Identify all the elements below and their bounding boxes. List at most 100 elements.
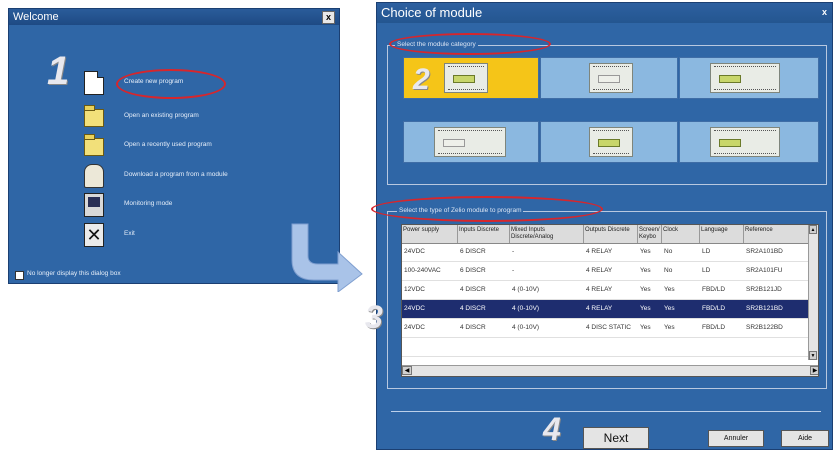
download-program-label: Download a program from a module xyxy=(124,171,228,178)
table-cell: 6 DISCR xyxy=(460,267,486,274)
step-4-marker: 4 xyxy=(543,411,561,447)
table-vertical-scrollbar[interactable]: ▲ ▼ xyxy=(808,225,818,360)
table-cell xyxy=(458,338,512,356)
table-cell: 12VDC xyxy=(404,286,425,293)
table-cell: 4 DISC STATIC xyxy=(586,324,631,331)
open-existing-program-item[interactable]: Open an existing program xyxy=(84,105,334,131)
table-row[interactable]: 100-240VAC 6 DISCR - 4 RELAY Yes No LD SR2A101F… xyxy=(402,262,818,281)
step-3-marker: 3 xyxy=(365,299,383,335)
table-cell: 4 DISCR xyxy=(460,286,486,293)
table-cell: 4 (0-10V) xyxy=(512,324,540,331)
table-cell: Yes xyxy=(640,267,651,274)
module-tile-6[interactable] xyxy=(679,121,819,163)
recent-folder-icon xyxy=(84,134,104,156)
download-program-item[interactable]: Download a program from a module xyxy=(84,164,334,190)
table-cell xyxy=(638,338,664,356)
scroll-right-icon[interactable]: ▶ xyxy=(810,366,818,375)
table-cell: FBD/LD xyxy=(702,305,726,312)
module-tile-5[interactable] xyxy=(540,121,678,163)
plc-module-icon xyxy=(434,127,506,157)
table-cell: FBD/LD xyxy=(702,286,726,293)
table-cell: LD xyxy=(702,248,711,255)
scroll-left-icon[interactable]: ◀ xyxy=(402,366,412,375)
scroll-down-icon[interactable]: ▼ xyxy=(809,351,817,360)
choice-title: Choice of module xyxy=(381,5,483,20)
step-2-marker: 2 xyxy=(413,63,430,96)
table-cell xyxy=(700,338,746,356)
welcome-title: Welcome xyxy=(13,11,59,23)
table-cell: No xyxy=(664,248,673,255)
highlight-oval-type xyxy=(371,196,603,222)
col-language[interactable]: Language xyxy=(700,225,744,243)
table-cell: Yes xyxy=(640,305,651,312)
monitoring-mode-item[interactable]: Monitoring mode xyxy=(84,193,334,219)
cable-download-icon xyxy=(84,164,104,188)
module-tile-4[interactable] xyxy=(403,121,539,163)
plc-module-icon xyxy=(710,63,780,93)
table-row[interactable]: 24VDC 4 DISCR 4 (0-10V) 4 DISC STATIC Yes Yes… xyxy=(402,319,818,338)
no-longer-display-checkbox[interactable] xyxy=(15,271,24,280)
table-cell: Yes xyxy=(640,324,651,331)
no-longer-display-label: No longer display this dialog box xyxy=(27,270,121,277)
table-cell: 4 RELAY xyxy=(586,305,613,312)
table-row[interactable] xyxy=(402,338,818,357)
col-outputs-discrete[interactable]: Outputs Discrete xyxy=(584,225,638,243)
choice-close-button[interactable]: x xyxy=(819,7,830,18)
table-cell: 4 RELAY xyxy=(586,248,613,255)
table-cell: 4 DISCR xyxy=(460,305,486,312)
choice-of-module-dialog: Choice of module x Select the module cat… xyxy=(365,2,833,450)
welcome-titlebar: Welcome x xyxy=(9,9,339,25)
plc-module-icon xyxy=(710,127,780,157)
table-row[interactable]: 12VDC 4 DISCR 4 (0-10V) 4 RELAY Yes Yes FBD/LD… xyxy=(402,281,818,300)
plc-module-icon xyxy=(589,127,633,157)
table-horizontal-scrollbar[interactable]: ◀ ▶ xyxy=(402,365,818,376)
module-tile-3[interactable] xyxy=(679,57,819,99)
table-cell: SR2B121BD xyxy=(746,305,783,312)
col-power-supply[interactable]: Power supply xyxy=(402,225,458,243)
cancel-button[interactable]: Annuler xyxy=(708,430,764,447)
next-button[interactable]: Next xyxy=(583,427,649,449)
table-cell: 24VDC xyxy=(404,248,425,255)
table-cell: SR2B122BD xyxy=(746,324,783,331)
table-cell: - xyxy=(512,248,515,255)
table-cell xyxy=(402,338,460,356)
table-cell: 100-240VAC xyxy=(404,267,441,274)
table-cell: Yes xyxy=(640,248,651,255)
help-button[interactable]: Aide xyxy=(781,430,829,447)
table-cell: No xyxy=(664,267,673,274)
curved-arrow-icon xyxy=(291,223,363,292)
scroll-up-icon[interactable]: ▲ xyxy=(809,225,817,234)
table-cell: 4 (0-10V) xyxy=(512,286,540,293)
table-cell: 4 (0-10V) xyxy=(512,305,540,312)
table-row[interactable]: 24VDC 4 DISCR 4 (0-10V) 4 RELAY Yes Yes FBD/LD… xyxy=(402,300,818,319)
table-cell xyxy=(662,338,702,356)
highlight-oval-create xyxy=(116,69,226,99)
table-cell: SR2A101FU xyxy=(746,267,783,274)
col-mixed-inputs[interactable]: Mixed Inputs Discrete/Analog xyxy=(510,225,584,243)
table-cell: Yes xyxy=(664,324,675,331)
open-recent-program-item[interactable]: Open a recently used program xyxy=(84,134,334,160)
table-cell: LD xyxy=(702,267,711,274)
exit-x-icon: ✕ xyxy=(84,223,104,247)
table-cell xyxy=(510,338,586,356)
table-cell: SR2A101BD xyxy=(746,248,783,255)
table-cell: 24VDC xyxy=(404,324,425,331)
choice-titlebar: Choice of module x xyxy=(377,3,832,23)
table-cell: SR2B121JD xyxy=(746,286,782,293)
table-cell: 4 RELAY xyxy=(586,267,613,274)
table-row[interactable]: 24VDC 6 DISCR - 4 RELAY Yes No LD SR2A101BD xyxy=(402,243,818,262)
table-cell: Yes xyxy=(664,305,675,312)
table-header: Power supply Inputs Discrete Mixed Input… xyxy=(402,225,818,244)
open-existing-program-label: Open an existing program xyxy=(124,112,199,119)
module-type-table: Power supply Inputs Discrete Mixed Input… xyxy=(401,224,819,377)
col-reference[interactable]: Reference xyxy=(744,225,809,243)
exit-label: Exit xyxy=(124,230,135,237)
table-cell xyxy=(584,338,640,356)
welcome-close-button[interactable]: x xyxy=(322,11,335,24)
module-tile-2[interactable] xyxy=(540,57,678,99)
monitoring-mode-label: Monitoring mode xyxy=(124,200,173,207)
plc-module-icon xyxy=(444,63,488,93)
col-screen-keyboard[interactable]: Screen/ Keybo xyxy=(638,225,662,243)
col-clock[interactable]: Clock xyxy=(662,225,700,243)
col-inputs-discrete[interactable]: Inputs Discrete xyxy=(458,225,510,243)
